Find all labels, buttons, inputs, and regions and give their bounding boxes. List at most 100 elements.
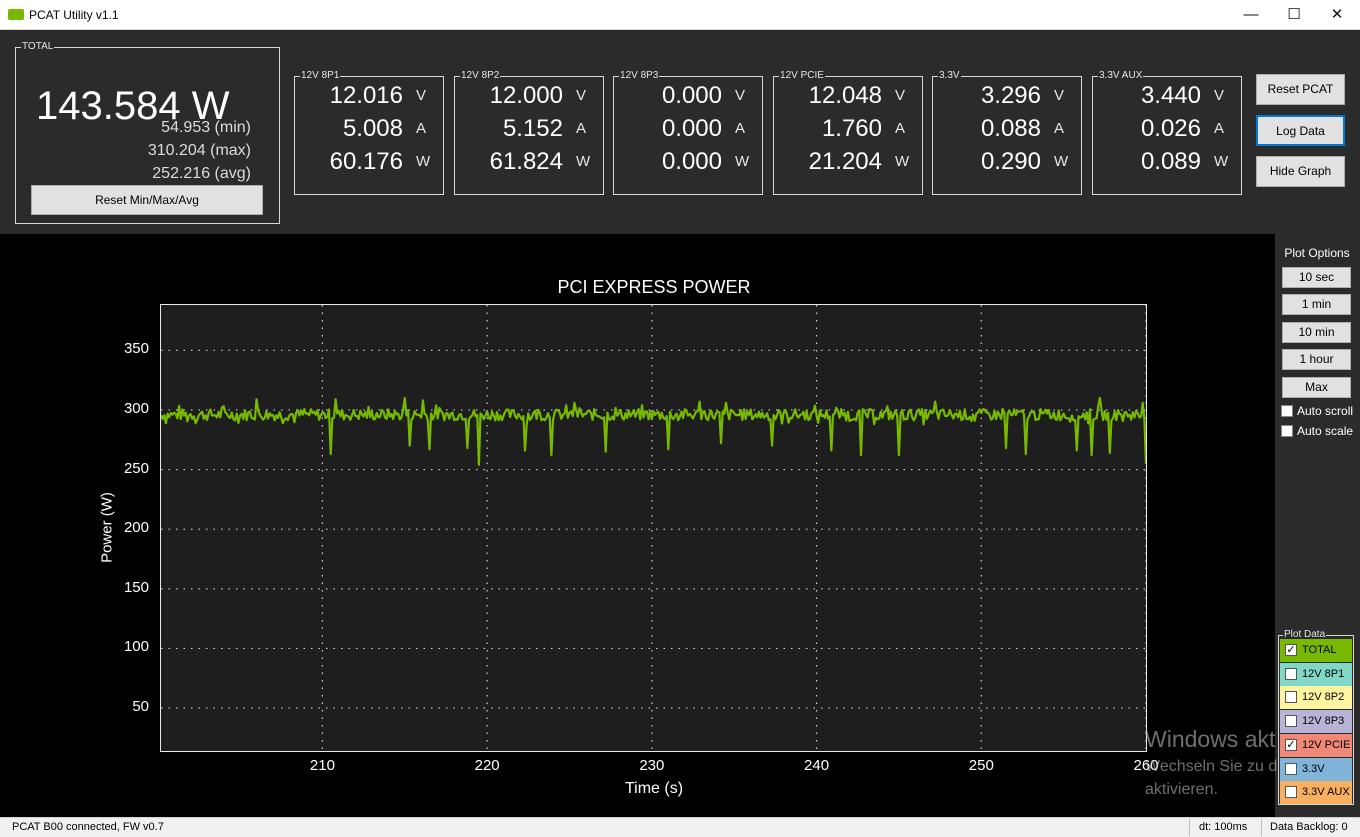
series-line-total: [159, 396, 1148, 466]
close-button[interactable]: ✕: [1314, 0, 1360, 30]
plot-data-checkbox[interactable]: [1285, 762, 1297, 775]
plot-data-label: 12V PCIE: [1302, 738, 1351, 751]
plot-data-item[interactable]: 12V 8P2: [1280, 686, 1352, 710]
y-axis-label: Power (W): [98, 492, 116, 563]
rail-amps-value: 1.760: [821, 115, 882, 142]
auto-scale-label: Auto scale: [1297, 424, 1354, 438]
total-avg: 252.216 (avg): [152, 165, 251, 182]
rail-watts-value: 60.176: [329, 148, 403, 175]
rail-amps-row: 1.760 A: [774, 114, 924, 144]
rail-watts-row: 60.176 W: [295, 147, 445, 177]
range-button[interactable]: 10 sec: [1282, 267, 1351, 288]
rail-volts-value: 0.000: [661, 82, 722, 109]
range-button[interactable]: Max: [1282, 377, 1351, 398]
plot-data-item[interactable]: 12V 8P3: [1280, 710, 1352, 734]
plot-data-item[interactable]: 12V 8P1: [1280, 662, 1352, 686]
rail-amps-row: 5.152 A: [455, 114, 605, 144]
rail-watts-row: 21.204 W: [774, 147, 924, 177]
plot-data-item[interactable]: ✓ TOTAL: [1280, 639, 1352, 662]
rail-volts-row: 3.296 V: [933, 81, 1083, 111]
chart-title: PCI EXPRESS POWER: [557, 277, 751, 297]
power-chart[interactable]: [159, 305, 1148, 751]
rail-group: 12V 8P1 12.016 V 5.008 A 60.176 W: [294, 70, 445, 195]
y-tick-label: 50: [132, 698, 149, 716]
rail-group: 3.3V 3.296 V 0.088 A 0.290 W: [932, 70, 1083, 195]
x-tick-label: 250: [968, 757, 994, 774]
x-tick-label: 260: [1133, 757, 1159, 774]
rail-amps-unit: A: [735, 120, 746, 137]
rail-group: 12V 8P2 12.000 V 5.152 A 61.824 W: [454, 70, 605, 195]
rail-amps-row: 0.026 A: [1093, 114, 1243, 144]
plot-data-label: 12V 8P3: [1302, 715, 1345, 728]
reset-pcat-button[interactable]: Reset PCAT: [1256, 74, 1345, 105]
rail-amps-value: 5.152: [502, 115, 563, 142]
plot-data-label: 3.3V: [1302, 762, 1325, 775]
rail-volts-row: 3.440 V: [1093, 81, 1243, 111]
rail-amps-unit: A: [416, 120, 427, 137]
plot-data-checkbox[interactable]: [1285, 691, 1297, 704]
rail-volts-row: 12.000 V: [455, 81, 605, 111]
log-data-button[interactable]: Log Data: [1256, 115, 1345, 146]
rail-amps-row: 0.000 A: [614, 114, 764, 144]
rail-volts-unit: V: [1054, 87, 1065, 104]
status-separator: [1261, 819, 1262, 836]
rail-watts-unit: W: [1054, 153, 1069, 170]
rail-volts-unit: V: [576, 87, 587, 104]
rail-amps-value: 0.000: [661, 115, 722, 142]
y-tick-label: 350: [123, 340, 149, 358]
rail-amps-value: 0.088: [980, 115, 1041, 142]
range-button[interactable]: 1 min: [1282, 294, 1351, 315]
rail-watts-unit: W: [576, 153, 591, 170]
readings-panel: TOTAL 143.584 W 54.953 (min) 310.204 (ma…: [0, 31, 1360, 234]
rail-volts-value: 3.440: [1140, 82, 1201, 109]
plot-options-title: Plot Options: [1284, 246, 1350, 260]
plot-data-checkbox[interactable]: ✓: [1285, 738, 1297, 751]
x-tick-label: 240: [804, 757, 830, 774]
plot-data-label: TOTAL: [1302, 644, 1337, 656]
rail-volts-value: 12.000: [489, 82, 563, 109]
rail-watts-value: 61.824: [489, 148, 563, 175]
rail-amps-value: 0.026: [1140, 115, 1201, 142]
plot-data-checkbox[interactable]: ✓: [1285, 644, 1297, 656]
status-separator: [1189, 819, 1190, 836]
data-backlog: Data Backlog: 0: [1270, 821, 1348, 833]
range-button[interactable]: 10 min: [1282, 322, 1351, 343]
rail-volts-value: 12.048: [808, 82, 882, 109]
status-bar: PCAT B00 connected, FW v0.7 dt: 100ms Da…: [0, 817, 1360, 837]
rail-amps-unit: A: [1214, 120, 1225, 137]
pcat-utility-window: PCAT Utility v1.1 — ☐ ✕ TOTAL 143.584 W …: [0, 0, 1360, 837]
plot-data-label: 3.3V AUX: [1302, 786, 1350, 799]
total-max: 310.204 (max): [147, 142, 251, 159]
rail-amps-unit: A: [1054, 120, 1065, 137]
x-axis-label: Time (s): [624, 780, 684, 797]
plot-data-label: 12V 8P1: [1302, 667, 1345, 680]
rail-watts-value: 0.290: [980, 148, 1041, 175]
rail-volts-unit: V: [416, 87, 427, 104]
plot-data-checkbox[interactable]: [1285, 667, 1297, 680]
rail-watts-row: 0.000 W: [614, 147, 764, 177]
rail-volts-row: 0.000 V: [614, 81, 764, 111]
plot-data-item[interactable]: ✓ 12V PCIE: [1280, 733, 1352, 757]
range-button[interactable]: 1 hour: [1282, 349, 1351, 370]
rail-group: 3.3V AUX 3.440 V 0.026 A 0.089 W: [1092, 70, 1243, 195]
rail-group: 12V PCIE 12.048 V 1.760 A 21.204 W: [773, 70, 924, 195]
auto-scroll-box[interactable]: [1281, 405, 1293, 417]
rail-watts-unit: W: [1214, 153, 1229, 170]
connection-status: PCAT B00 connected, FW v0.7: [12, 821, 164, 833]
rail-watts-unit: W: [735, 153, 750, 170]
rail-amps-unit: A: [895, 120, 906, 137]
hide-graph-button[interactable]: Hide Graph: [1256, 156, 1345, 187]
rail-watts-row: 0.290 W: [933, 147, 1083, 177]
reset-min-max-avg-button[interactable]: Reset Min/Max/Avg: [31, 185, 263, 215]
rail-watts-value: 0.000: [661, 148, 722, 175]
rail-amps-row: 5.008 A: [295, 114, 445, 144]
plot-data-item[interactable]: 3.3V: [1280, 757, 1352, 781]
maximize-button[interactable]: ☐: [1271, 0, 1317, 30]
plot-data-checkbox[interactable]: [1285, 715, 1297, 728]
plot-data-item[interactable]: 3.3V AUX: [1280, 781, 1352, 805]
rail-watts-value: 0.089: [1140, 148, 1201, 175]
plot-frame[interactable]: [159, 304, 1148, 752]
minimize-button[interactable]: —: [1228, 0, 1274, 30]
auto-scale-box[interactable]: [1281, 425, 1293, 437]
plot-data-checkbox[interactable]: [1285, 786, 1297, 799]
